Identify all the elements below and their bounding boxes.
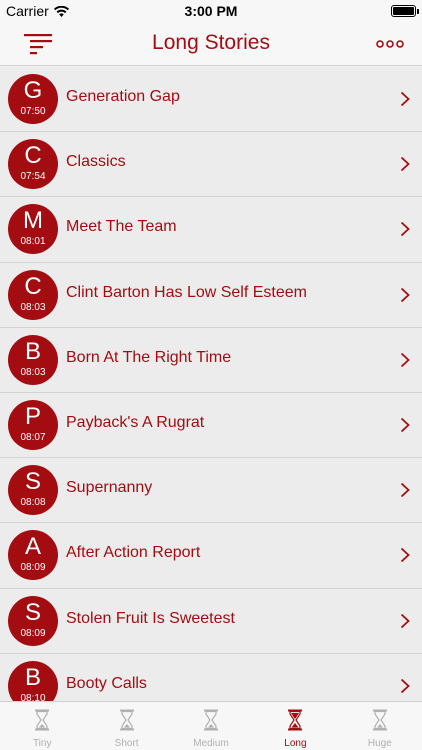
avatar-letter: B — [24, 337, 41, 365]
story-row[interactable]: A 08:09 After Action Report — [0, 523, 422, 589]
story-list: G 07:50 Generation Gap C 07:54 Classics M 08:01… — [0, 67, 422, 701]
avatar-time: 08:03 — [20, 301, 46, 313]
tab-label: Long — [284, 738, 307, 749]
tab-label: Huge — [367, 738, 392, 749]
story-title: Classics — [66, 153, 126, 171]
avatar-time: 08:09 — [20, 627, 46, 639]
story-title: After Action Report — [66, 544, 201, 562]
hourglass-icon — [372, 709, 387, 731]
story-title: Stolen Fruit Is Sweetest — [66, 609, 235, 627]
tab-label: Medium — [193, 738, 229, 749]
story-avatar: A 08:09 — [8, 530, 58, 581]
avatar-letter: B — [24, 663, 41, 691]
status-bar: Carrier 3:00 PM — [0, 0, 422, 22]
nav-bar: Long Stories — [0, 22, 422, 66]
chevron-right-icon — [400, 482, 410, 498]
avatar-time: 08:07 — [20, 431, 46, 443]
story-title: Meet The Team — [66, 218, 177, 236]
story-avatar: B 08:03 — [8, 334, 58, 385]
story-avatar: P 08:07 — [8, 399, 58, 450]
chevron-right-icon — [400, 222, 410, 237]
avatar-letter: C — [24, 142, 42, 170]
story-avatar: S 08:08 — [8, 465, 58, 516]
avatar-letter: S — [24, 468, 41, 496]
battery-icon — [391, 5, 419, 17]
story-avatar: C 07:54 — [8, 139, 58, 190]
story-row[interactable]: M 08:01 Meet The Team — [0, 197, 422, 263]
page-title: Long Stories — [152, 31, 270, 54]
chevron-right-icon — [400, 613, 410, 628]
story-title: Generation Gap — [66, 88, 180, 105]
story-title: Supernanny — [66, 479, 153, 497]
story-avatar: M 08:01 — [8, 204, 58, 255]
story-row[interactable]: C 08:03 Clint Barton Has Low Self Esteem — [0, 263, 422, 328]
chevron-right-icon — [400, 287, 410, 302]
tab-short[interactable]: Short — [84, 702, 168, 750]
story-row[interactable]: S 08:09 Stolen Fruit Is Sweetest — [0, 589, 422, 654]
story-row[interactable]: B 08:10 Booty Calls — [0, 654, 422, 701]
tab-label: Tiny — [32, 738, 52, 749]
hourglass-icon — [288, 709, 303, 731]
hourglass-icon — [35, 709, 50, 731]
avatar-time: 08:10 — [20, 692, 46, 701]
tab-bar: Tiny Short Medium Long Huge — [0, 701, 422, 750]
avatar-letter: A — [24, 533, 41, 561]
story-avatar: B 08:10 — [8, 660, 58, 701]
hourglass-icon — [119, 709, 134, 731]
story-row[interactable]: P 08:07 Payback's A Rugrat — [0, 393, 422, 459]
chevron-right-icon — [400, 352, 410, 367]
story-row[interactable]: B 08:03 Born At The Right Time — [0, 328, 422, 393]
avatar-time: 08:03 — [20, 366, 46, 378]
avatar-letter: P — [24, 402, 41, 430]
chevron-right-icon — [400, 157, 410, 172]
story-title: Booty Calls — [66, 674, 147, 692]
chevron-right-icon — [400, 548, 410, 563]
avatar-time: 08:08 — [20, 497, 46, 509]
more-icon[interactable] — [376, 37, 404, 51]
chevron-right-icon — [400, 678, 410, 693]
avatar-letter: M — [23, 207, 43, 235]
story-avatar: S 08:09 — [8, 595, 58, 646]
avatar-time: 08:09 — [20, 562, 46, 574]
tab-long[interactable]: Long — [253, 702, 337, 750]
story-row[interactable]: S 08:08 Supernanny — [0, 458, 422, 524]
avatar-letter: C — [24, 272, 42, 300]
story-title: Payback's A Rugrat — [66, 413, 205, 431]
chevron-right-icon — [400, 417, 410, 433]
avatar-letter: S — [24, 598, 41, 626]
story-avatar: C 08:03 — [8, 269, 58, 320]
tab-tiny[interactable]: Tiny — [0, 702, 84, 750]
tab-huge[interactable]: Huge — [338, 702, 422, 750]
tab-medium[interactable]: Medium — [169, 702, 253, 750]
hourglass-icon — [204, 709, 219, 731]
story-avatar: G 07:50 — [8, 74, 58, 124]
status-time: 3:00 PM — [184, 3, 238, 19]
tab-label: Short — [114, 738, 139, 749]
avatar-time: 07:50 — [20, 106, 46, 117]
story-row[interactable]: C 07:54 Classics — [0, 132, 422, 198]
avatar-letter: G — [23, 77, 43, 104]
chevron-right-icon — [400, 91, 410, 107]
story-title: Born At The Right Time — [66, 348, 232, 366]
story-title: Clint Barton Has Low Self Esteem — [66, 283, 307, 301]
avatar-time: 07:54 — [20, 171, 46, 183]
avatar-time: 08:01 — [20, 236, 46, 248]
story-row[interactable]: G 07:50 Generation Gap — [0, 67, 422, 133]
